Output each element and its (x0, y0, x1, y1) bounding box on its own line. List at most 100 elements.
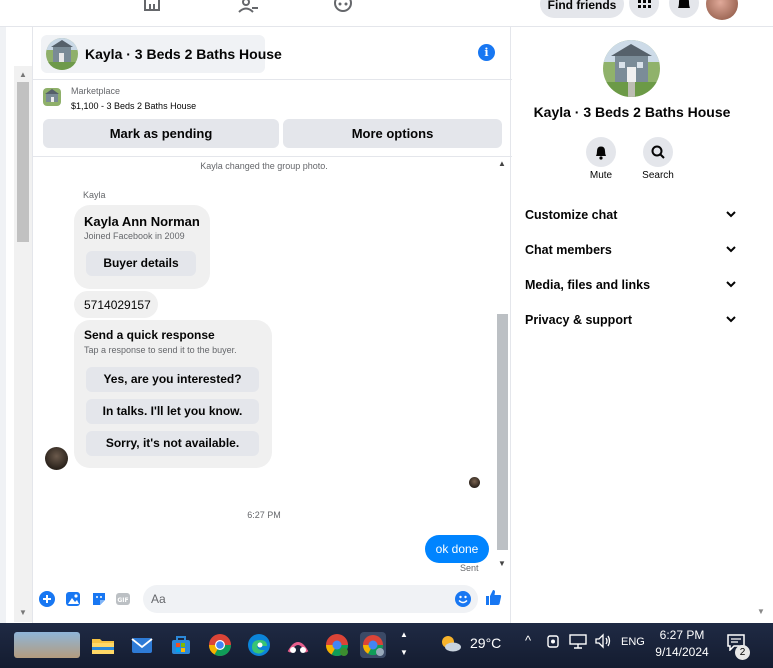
scroll-down-arrow-icon[interactable]: ▼ (498, 559, 506, 568)
chat-members-section[interactable]: Chat members (525, 243, 737, 263)
clock-date: 9/14/2024 (655, 645, 709, 659)
bell-icon (596, 146, 606, 160)
temperature[interactable]: 29°C (470, 635, 501, 651)
listing-thumbnail[interactable] (43, 88, 61, 106)
section-label: Customize chat (525, 208, 618, 222)
phone-message: 5714029157 (74, 291, 158, 318)
taskbar: ▲ ▼ 29°C ^ ENG 6:27 PM 9/14/2024 2 (0, 623, 773, 668)
overflow-chevron-icon[interactable]: ▲ ▼ (400, 626, 408, 662)
speaker-icon[interactable] (594, 633, 612, 652)
groups-icon[interactable] (237, 0, 261, 14)
gaming-icon[interactable] (332, 0, 356, 14)
marketplace-label: Marketplace (71, 86, 121, 96)
chevron-down-icon (725, 243, 737, 258)
buyer-card-message: Kayla Ann Norman Joined Facebook in 2009… (74, 205, 210, 289)
weather-icon[interactable] (438, 631, 462, 658)
mute-button[interactable] (586, 137, 616, 167)
section-label: Privacy & support (525, 313, 632, 327)
quick-response-title: Send a quick response (84, 328, 215, 342)
message-input-wrapper (143, 585, 478, 613)
chrome-icon[interactable] (207, 632, 233, 658)
edge-icon[interactable] (246, 632, 272, 658)
mail-icon[interactable] (129, 632, 155, 658)
quick-response-message: Send a quick response Tap a response to … (74, 320, 272, 468)
gif-icon[interactable]: GIF (115, 591, 131, 607)
message-timestamp: 6:27 PM (247, 510, 281, 520)
scroll-down-arrow-icon[interactable]: ▼ (19, 608, 27, 617)
scroll-up-arrow-icon[interactable]: ▲ (19, 70, 27, 79)
chat-info-panel: Kayla · 3 Beds 2 Baths House Mute Search… (512, 27, 752, 623)
group-title: Kayla · 3 Beds 2 Baths House (533, 104, 731, 120)
chrome-profile-icon[interactable] (324, 632, 350, 658)
section-label: Chat members (525, 243, 612, 257)
clock[interactable]: 6:27 PM 9/14/2024 (646, 627, 718, 661)
camera-icon[interactable] (547, 633, 561, 652)
chat-avatar (46, 38, 78, 70)
mark-as-pending-button[interactable]: Mark as pending (43, 119, 279, 148)
chat-header[interactable]: Kayla · 3 Beds 2 Baths House (41, 35, 282, 73)
store-icon[interactable] (168, 632, 194, 658)
page-scrollbar[interactable]: ▲ ▼ (14, 66, 32, 622)
section-label: Media, files and links (525, 278, 651, 292)
info-icon[interactable]: i (478, 44, 495, 61)
chat-panel: Kayla · 3 Beds 2 Baths House i Marketpla… (32, 27, 512, 623)
message-list[interactable]: Kayla changed the group photo. Kayla Kay… (33, 157, 512, 582)
page-scroll-thumb[interactable] (17, 82, 29, 242)
customize-chat-section[interactable]: Customize chat (525, 208, 737, 228)
grid-icon (638, 0, 651, 8)
quick-response-option[interactable]: In talks. I'll let you know. (86, 399, 259, 424)
buyer-name: Kayla Ann Norman (84, 214, 200, 229)
buyer-details-button[interactable]: Buyer details (86, 251, 196, 276)
quick-response-option[interactable]: Yes, are you interested? (86, 367, 259, 392)
search-icon (651, 145, 665, 159)
listing-price: $1,100 - 3 Beds 2 Baths House (71, 101, 197, 111)
network-icon[interactable] (569, 633, 587, 652)
chevron-down-icon (725, 313, 737, 328)
message-input[interactable] (151, 589, 441, 609)
clock-time: 6:27 PM (659, 628, 705, 642)
emoji-icon[interactable] (455, 591, 471, 607)
account-avatar[interactable] (706, 0, 738, 20)
chat-scrollbar[interactable]: ▲ ▼ (495, 157, 510, 572)
chat-scroll-thumb[interactable] (497, 314, 508, 550)
mute-label: Mute (589, 170, 613, 181)
find-friends-button[interactable]: Find friends (540, 0, 624, 18)
chrome-active-icon[interactable] (360, 632, 386, 658)
plus-circle-icon[interactable] (39, 591, 55, 607)
panel-scrollbar[interactable]: ▼ (752, 27, 770, 623)
search-button[interactable] (643, 137, 673, 167)
menu-grid-button[interactable] (629, 0, 659, 18)
scroll-up-arrow-icon[interactable]: ▲ (498, 159, 506, 168)
chevron-up-icon[interactable]: ^ (525, 633, 531, 648)
file-explorer-icon[interactable] (90, 632, 116, 658)
scroll-down-arrow-icon[interactable]: ▼ (757, 607, 765, 616)
screen: Find friends ▲ ▼ Kayla · 3 Beds 2 Baths … (0, 0, 773, 668)
photo-icon[interactable] (65, 591, 81, 607)
read-receipt-avatar (469, 477, 480, 488)
sent-message: ok done (425, 535, 489, 563)
sender-name: Kayla (83, 190, 106, 200)
quick-response-subtitle: Tap a response to send it to the buyer. (84, 345, 237, 355)
notification-badge: 2 (735, 645, 750, 660)
bell-icon (678, 0, 690, 8)
svg-text:GIF: GIF (117, 597, 128, 604)
notifications-button[interactable] (669, 0, 699, 18)
more-options-button[interactable]: More options (283, 119, 502, 148)
chevron-down-icon (725, 208, 737, 223)
left-gutter (0, 27, 6, 623)
search-label: Search (642, 170, 674, 181)
thumbs-up-icon[interactable] (485, 589, 502, 611)
sender-avatar[interactable] (45, 447, 68, 470)
privacy-support-section[interactable]: Privacy & support (525, 313, 737, 333)
widgets-image-icon[interactable] (14, 632, 80, 658)
top-navigation: Find friends (0, 0, 773, 27)
language-indicator[interactable]: ENG (621, 636, 645, 648)
snipping-tool-icon[interactable] (285, 632, 311, 658)
phone-text: 5714029157 (84, 298, 151, 312)
marketplace-icon[interactable] (142, 0, 166, 14)
quick-response-option[interactable]: Sorry, it's not available. (86, 431, 259, 456)
group-photo[interactable] (603, 40, 660, 97)
sticker-icon[interactable] (91, 591, 107, 607)
media-files-links-section[interactable]: Media, files and links (525, 278, 737, 298)
buyer-joined: Joined Facebook in 2009 (84, 231, 185, 241)
